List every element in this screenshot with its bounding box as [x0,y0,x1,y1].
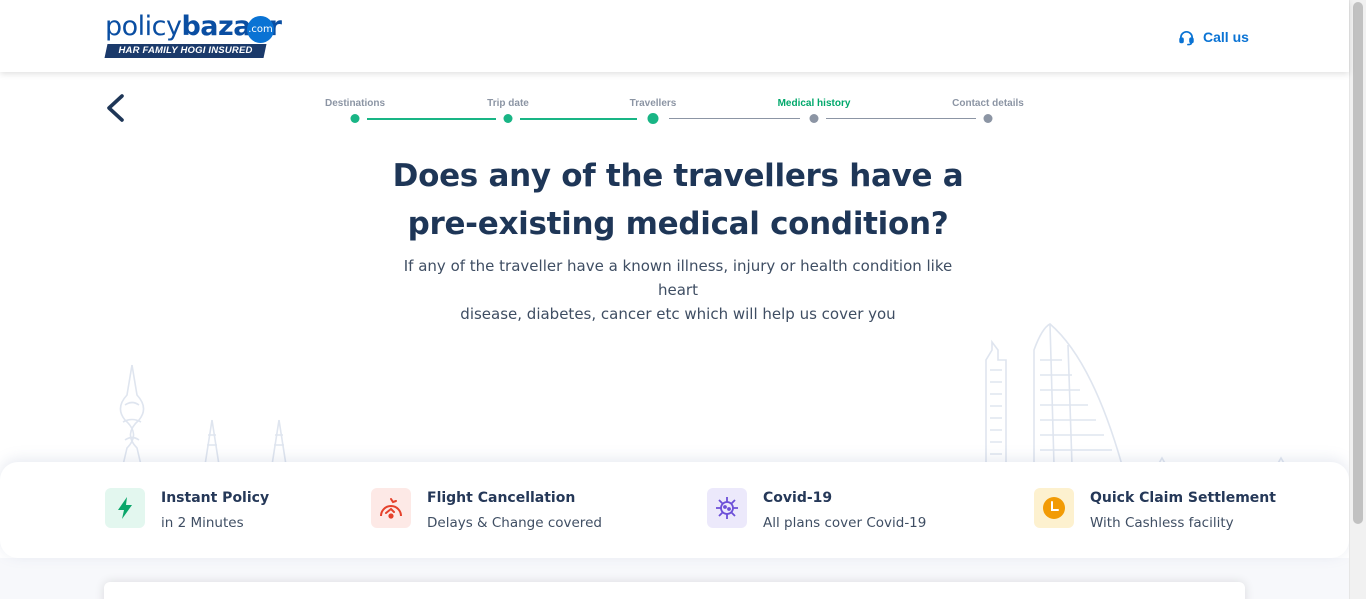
call-us-label: Call us [1203,29,1249,45]
features-card: Instant Policy in 2 Minutes Flight Cance… [0,462,1349,558]
feature-title: Flight Cancellation [427,490,576,506]
step-dot-medical-history [809,114,819,123]
description-line-1: If any of the traveller have a known ill… [403,257,953,299]
step-connector [520,118,637,120]
feature-title: Quick Claim Settlement [1090,490,1276,506]
question-line-2: pre-existing medical condition? [407,206,949,242]
lightning-icon [118,497,132,519]
feature-icon-container [371,488,411,528]
city-skyline-right-illustration [985,323,1286,465]
logo-tagline: HAR FAMILY HOGI INSURED [104,44,267,58]
step-connector [367,118,496,120]
question-description: If any of the traveller have a known ill… [383,254,973,326]
feature-subtitle: in 2 Minutes [161,515,244,531]
progress-stepper: Destinations Trip date Travellers Medica… [0,96,1366,126]
step-dot-trip-date[interactable] [503,114,513,123]
headset-icon [1179,30,1194,45]
feature-title: Instant Policy [161,490,270,506]
logo-com-badge: .com [247,16,274,43]
step-label-trip-date[interactable]: Trip date [487,98,529,109]
feature-icon-container [1034,488,1074,528]
description-line-2: disease, diabetes, cancer etc which will… [460,305,896,323]
site-header: policybazaar .com HAR FAMILY HOGI INSURE… [0,0,1349,72]
policybazaar-logo[interactable]: policybazaar .com HAR FAMILY HOGI INSURE… [104,12,282,60]
step-dot-travellers[interactable] [647,113,659,124]
scrollbar-thumb[interactable] [1353,2,1363,524]
flight-cancel-icon [380,498,402,519]
step-label-travellers[interactable]: Travellers [630,98,677,109]
step-dot-contact-details [983,114,993,123]
feature-icon-container [105,488,145,528]
options-card [104,582,1245,599]
feature-icon-container [707,488,747,528]
clock-icon [1043,497,1065,519]
feature-subtitle: Delays & Change covered [427,515,602,531]
question-heading: Does any of the travellers have a pre-ex… [383,152,973,248]
step-connector [669,118,800,119]
step-label-contact-details: Contact details [952,98,1024,109]
step-connector [826,118,976,119]
feature-subtitle: With Cashless facility [1090,515,1234,531]
question-line-1: Does any of the travellers have a [392,158,964,194]
step-label-destinations[interactable]: Destinations [325,98,385,109]
page-scrollbar[interactable] [1349,0,1366,599]
step-label-medical-history: Medical history [777,98,851,109]
feature-title: Covid-19 [763,490,833,506]
virus-icon [716,497,738,519]
feature-subtitle: All plans cover Covid-19 [763,515,927,531]
city-skyline-left-illustration [119,364,287,465]
call-us-button[interactable]: Call us [1178,26,1249,48]
step-dot-destinations[interactable] [350,114,360,123]
